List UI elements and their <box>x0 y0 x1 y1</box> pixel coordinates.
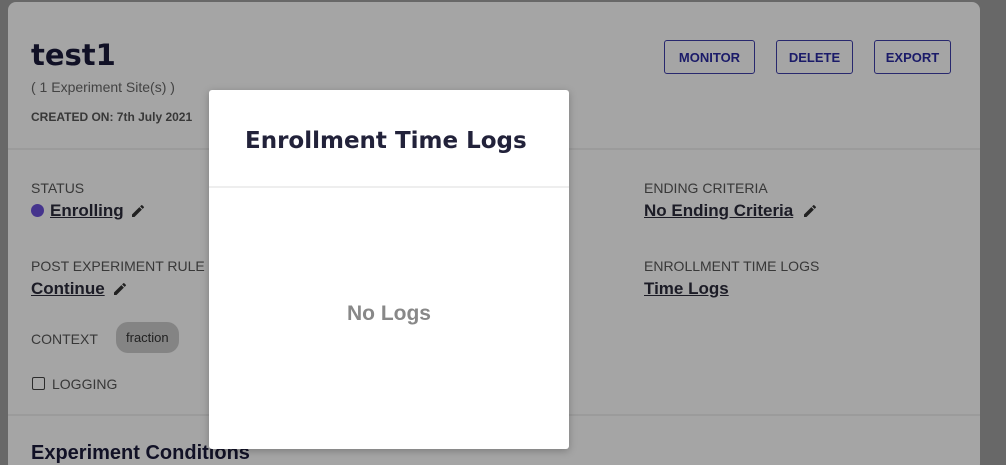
no-logs-message: No Logs <box>347 302 431 325</box>
modal-divider <box>209 186 569 188</box>
modal-title: Enrollment Time Logs <box>245 128 527 154</box>
time-logs-modal: Enrollment Time Logs No Logs <box>209 90 569 449</box>
